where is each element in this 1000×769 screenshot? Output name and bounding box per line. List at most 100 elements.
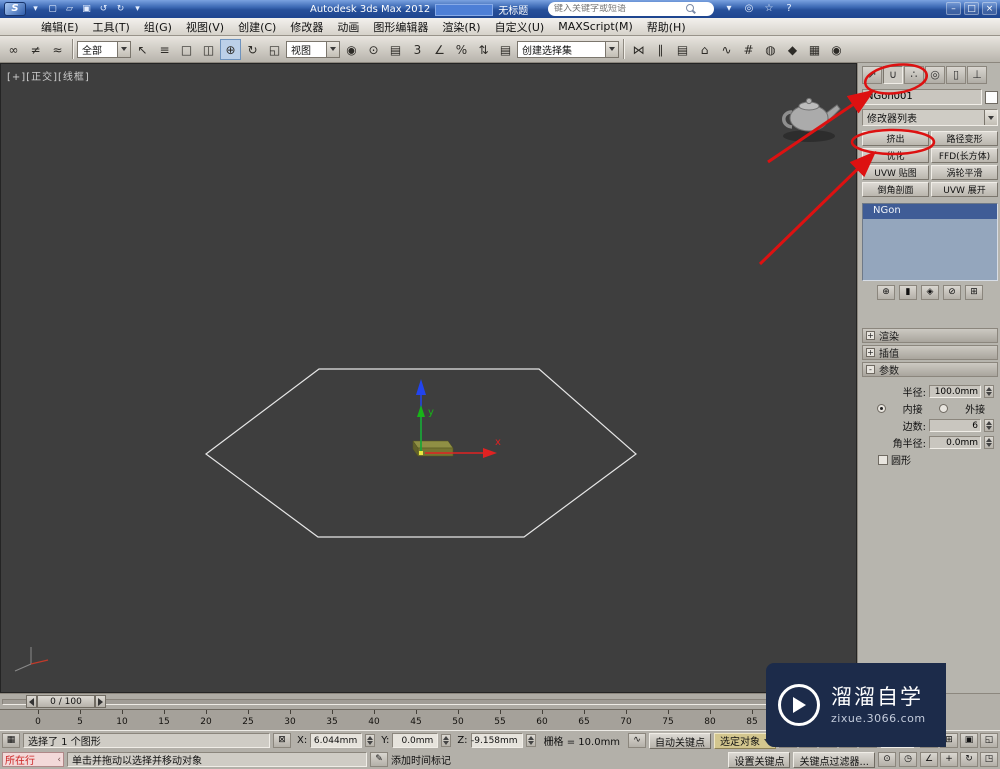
mirror-icon[interactable]: ⋈	[628, 39, 649, 60]
rectangular-selection-region-icon[interactable]: □	[176, 39, 197, 60]
menu-item[interactable]: 动画	[330, 19, 366, 35]
selection-lock-toggle-icon[interactable]: ⊠	[273, 733, 291, 748]
x-coordinate-field[interactable]: 6.044mm	[310, 733, 363, 748]
close-button[interactable]: ×	[982, 2, 997, 15]
select-and-link-icon[interactable]: ∞	[3, 39, 24, 60]
sides-spinner[interactable]	[984, 419, 994, 432]
rollout-expand-icon[interactable]: +	[866, 331, 875, 340]
modifier-stack[interactable]: NGon	[862, 203, 998, 281]
menu-item[interactable]: 修改器	[283, 19, 330, 35]
auto-key-button[interactable]: 自动关键点	[649, 732, 712, 749]
pan-view-icon[interactable]: +	[940, 752, 958, 767]
viewport[interactable]: y x [+][正交][线框]	[0, 63, 857, 693]
chevron-down-icon[interactable]	[326, 41, 339, 57]
z-coordinate-field[interactable]: -9.158mm	[470, 733, 523, 748]
zoom-extents-icon[interactable]: ▣	[960, 733, 978, 748]
utilities-tab[interactable]: ⊥	[967, 66, 987, 84]
rollout-header[interactable]: + 插值	[862, 345, 998, 360]
schematic-view-icon[interactable]: #	[738, 39, 759, 60]
add-time-tag-label[interactable]: 添加时间标记	[391, 752, 451, 767]
open-file-icon[interactable]: ▱	[62, 2, 77, 16]
pin-stack-icon[interactable]: ⊕	[877, 285, 895, 300]
absolute-offset-toggle-icon[interactable]: ∿	[628, 733, 647, 748]
chevron-down-icon[interactable]	[605, 41, 618, 57]
time-slider-track[interactable]	[2, 699, 855, 705]
maximize-button[interactable]: □	[964, 2, 979, 15]
maximize-viewport-toggle-icon[interactable]: ◳	[980, 752, 998, 767]
modifier-set-button[interactable]: 倒角剖面	[862, 182, 929, 197]
next-frame-arrow-icon[interactable]	[95, 695, 106, 708]
select-and-scale-icon[interactable]: ◱	[264, 39, 285, 60]
reference-coordinate-dropdown[interactable]: 视图	[286, 40, 340, 58]
undo-icon[interactable]: ↺	[96, 2, 111, 16]
favorites-star-icon[interactable]: ☆	[762, 2, 776, 16]
display-tab[interactable]: ▯	[946, 66, 966, 84]
modifier-list-dropdown[interactable]: 修改器列表	[862, 109, 998, 126]
percent-snap-icon[interactable]: %	[451, 39, 472, 60]
snaps-toggle-icon[interactable]: 3	[407, 39, 428, 60]
corner-radius-field[interactable]: 0.0mm	[929, 436, 981, 449]
sides-field[interactable]: 6	[929, 419, 981, 432]
menu-item[interactable]: 帮助(H)	[640, 19, 693, 35]
object-color-swatch[interactable]	[985, 90, 998, 104]
communication-center-icon[interactable]: ◎	[742, 2, 756, 16]
search-icon[interactable]	[686, 3, 697, 15]
orbit-icon[interactable]: ↻	[960, 752, 978, 767]
show-end-result-icon[interactable]: ▮	[899, 285, 917, 300]
3dsmax-logo-icon[interactable]: S	[4, 2, 26, 16]
chevron-down-icon[interactable]	[117, 41, 130, 57]
hierarchy-tab[interactable]: ∴	[904, 66, 924, 84]
menu-item[interactable]: 组(G)	[137, 19, 179, 35]
add-time-tag-icon[interactable]: ✎	[370, 752, 388, 767]
radius-field[interactable]: 100.0mm	[929, 385, 981, 398]
minimize-button[interactable]: –	[946, 2, 961, 15]
spinner-snap-icon[interactable]: ⇅	[473, 39, 494, 60]
menu-item[interactable]: 自定义(U)	[488, 19, 552, 35]
time-slider-handle[interactable]: 0 / 100	[26, 695, 106, 708]
new-scene-icon[interactable]: ▢	[45, 2, 60, 16]
maxscript-mini-listener-icon[interactable]: ▦	[2, 733, 20, 748]
time-configuration-icon[interactable]: ◷	[899, 752, 917, 767]
search-caret-icon[interactable]: ▾	[722, 2, 736, 16]
menu-item[interactable]: 视图(V)	[179, 19, 231, 35]
circumscribed-radio[interactable]	[939, 404, 949, 413]
object-name-field[interactable]: NGon001	[862, 89, 982, 105]
y-coordinate-field[interactable]: 0.0mm	[392, 733, 439, 748]
x-coordinate-spinner[interactable]	[365, 734, 376, 747]
help-icon[interactable]: ?	[782, 2, 796, 16]
layer-manager-icon[interactable]: ▤	[672, 39, 693, 60]
parameters-rollout-header[interactable]: - 参数	[862, 362, 998, 377]
remove-modifier-icon[interactable]: ⊘	[943, 285, 961, 300]
modify-tab[interactable]: ∪	[883, 66, 903, 84]
rendered-frame-window-icon[interactable]: ▦	[804, 39, 825, 60]
inscribed-radio[interactable]	[876, 404, 886, 413]
circular-checkbox[interactable]	[878, 454, 888, 465]
menu-item[interactable]: MAXScript(M)	[551, 20, 640, 33]
zoom-region-icon[interactable]: ◱	[980, 733, 998, 748]
z-coordinate-spinner[interactable]	[525, 734, 536, 747]
viewport-label[interactable]: [+][正交][线框]	[7, 68, 90, 83]
rollout-expand-icon[interactable]: +	[866, 348, 875, 357]
time-slider-frame-label[interactable]: 0 / 100	[37, 695, 95, 708]
key-mode-toggle-icon[interactable]: ⊙	[878, 752, 896, 767]
field-of-view-icon[interactable]: ∠	[920, 752, 938, 767]
select-and-move-icon[interactable]: ⊕	[220, 38, 241, 60]
menu-item[interactable]: 图形编辑器	[366, 19, 435, 35]
window-crossing-toggle-icon[interactable]: ◫	[198, 39, 219, 60]
radius-spinner[interactable]	[984, 385, 994, 398]
stack-item-ngon[interactable]: NGon	[863, 204, 997, 219]
track-bar-ruler[interactable]: 05101520253035404550556065707580859095	[0, 709, 857, 730]
rollout-collapse-icon[interactable]: -	[866, 365, 875, 374]
menu-item[interactable]: 渲染(R)	[435, 19, 487, 35]
key-filters-button[interactable]: 关键点过滤器...	[793, 751, 875, 768]
make-unique-icon[interactable]: ◈	[921, 285, 939, 300]
corner-radius-spinner[interactable]	[984, 436, 994, 449]
mini-listener-scroll-icon[interactable]: ‹	[57, 755, 61, 765]
app-menu-caret-icon[interactable]: ▾	[28, 2, 43, 16]
use-pivot-point-center-icon[interactable]: ◉	[341, 39, 362, 60]
maxscript-mini-listener[interactable]: 所在行 ‹	[2, 752, 64, 767]
select-and-rotate-icon[interactable]: ↻	[242, 39, 263, 60]
modifier-set-button[interactable]: 涡轮平滑	[931, 165, 998, 180]
bind-to-space-warp-icon[interactable]: ≈	[47, 39, 68, 60]
keyboard-shortcut-override-icon[interactable]: ▤	[385, 39, 406, 60]
